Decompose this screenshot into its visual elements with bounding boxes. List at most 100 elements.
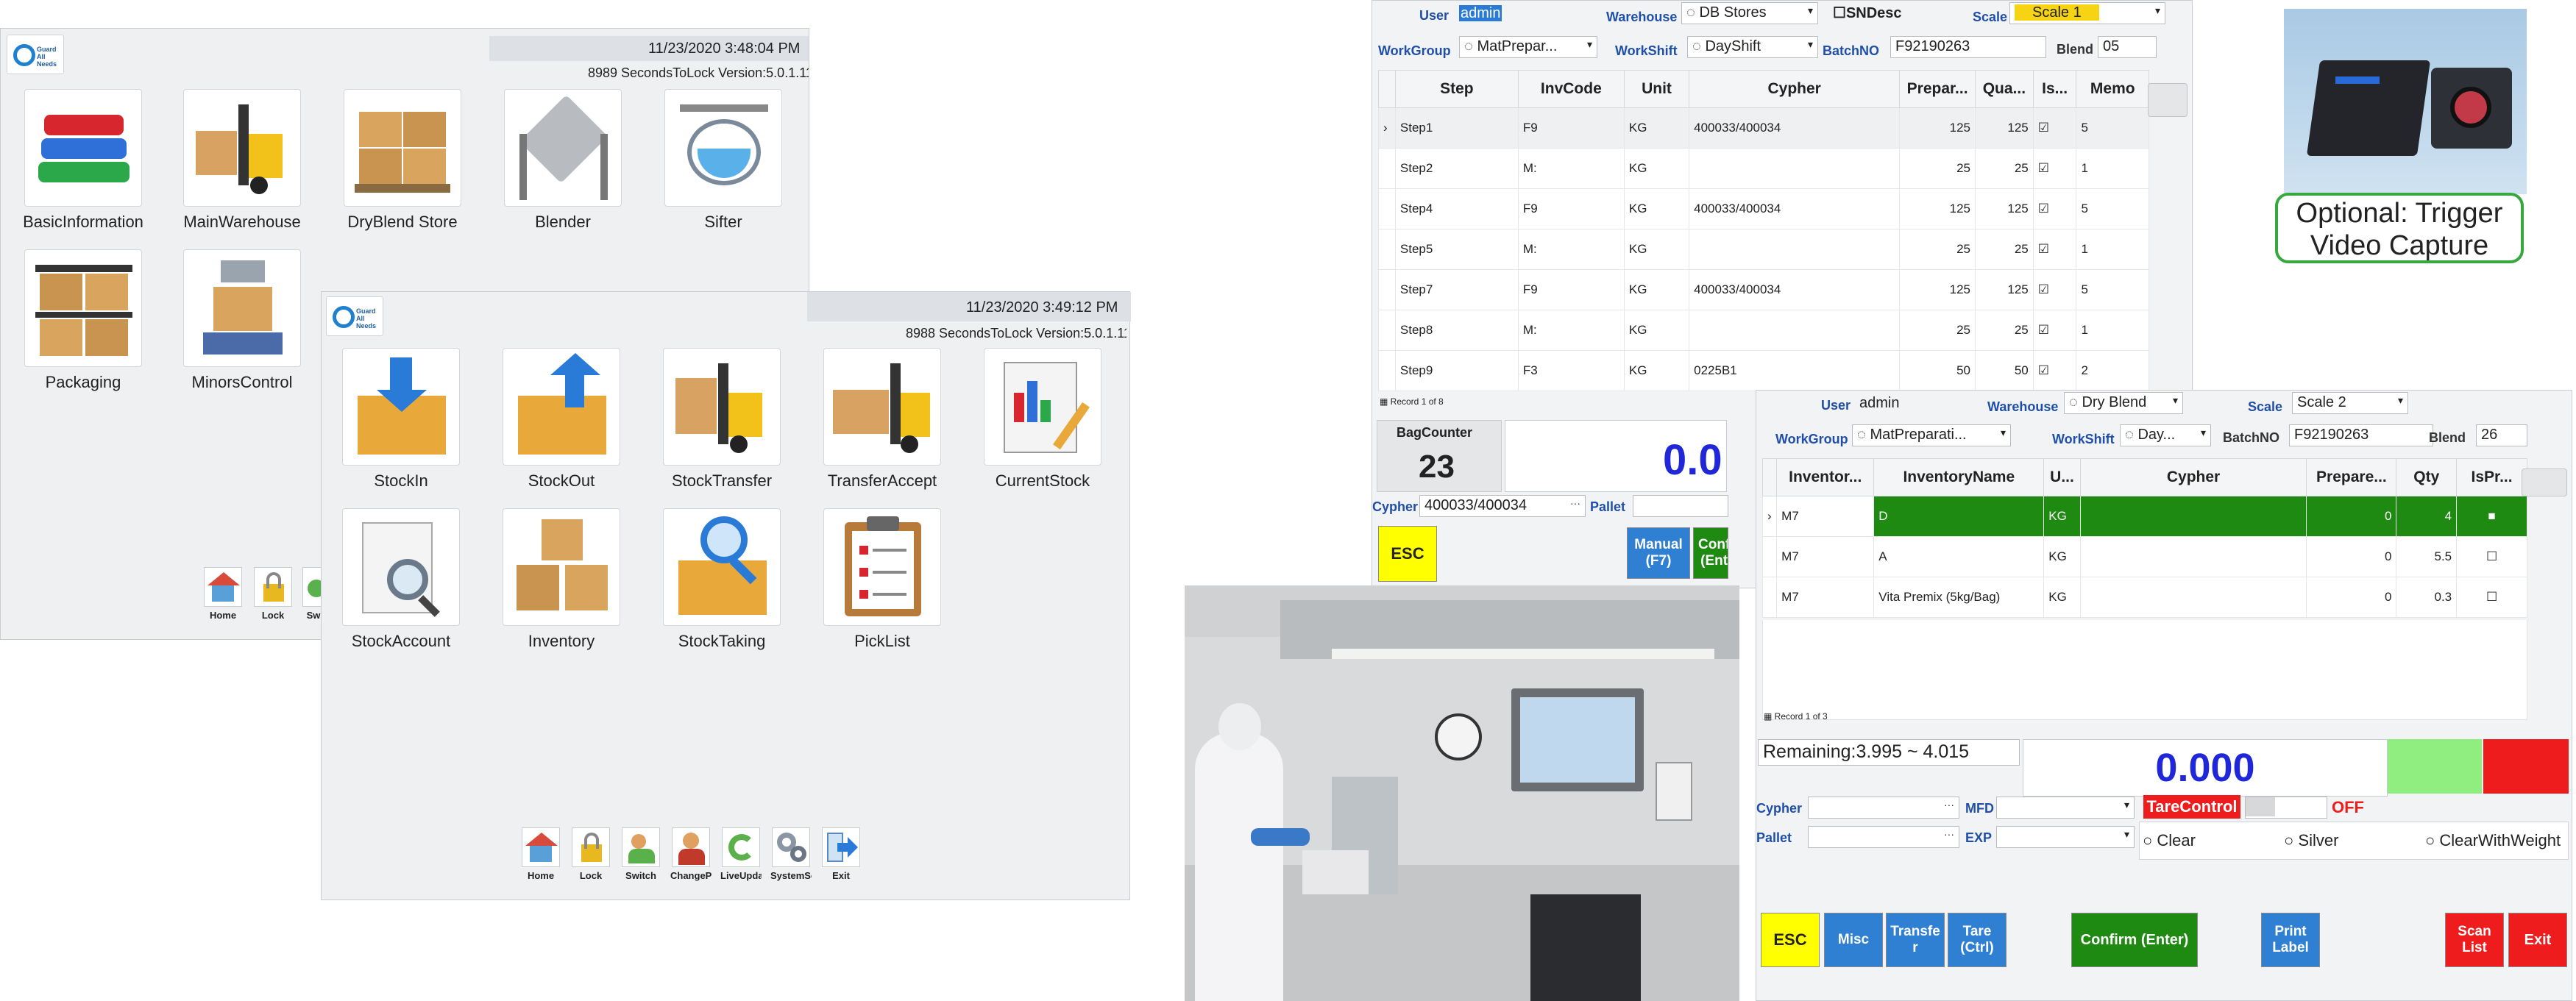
radio-silver[interactable]: ○ Silver [2284, 831, 2338, 850]
column-header[interactable]: Cypher [1689, 70, 1901, 108]
tile-stock-out[interactable]: StockOut [500, 348, 623, 491]
footer-systemsettings-button[interactable]: SystemSett [770, 827, 812, 881]
column-header[interactable]: Prepar... [1899, 70, 1976, 108]
tile-packaging[interactable]: Packaging [21, 249, 145, 392]
tile-current-stock[interactable]: CurrentStock [981, 348, 1104, 491]
column-header[interactable]: Qua... [1974, 70, 2034, 108]
scroll-button-2[interactable] [2522, 469, 2567, 496]
exit-arrow-icon [822, 827, 860, 867]
footer-liveupdate-button[interactable]: LiveUpdate [720, 827, 762, 881]
table-row[interactable]: Step2 M: KG 25 25 ☑ 1 [1378, 148, 2149, 189]
sndesc-checkbox[interactable]: ☐SNDesc [1833, 4, 1902, 22]
confirm-button-1[interactable]: Conf (Ent [1693, 527, 1728, 579]
column-header[interactable]: Cypher [2079, 458, 2307, 496]
footer-changepw-button[interactable]: ChangePW [670, 827, 712, 881]
radio-clear[interactable]: ○ Clear [2143, 831, 2196, 850]
esc-button-2[interactable]: ESC [1761, 913, 1820, 967]
tile-minors-control[interactable]: MinorsControl [180, 249, 304, 392]
footer-home-button-2[interactable]: Home [520, 827, 561, 881]
esc-button[interactable]: ESC [1378, 526, 1437, 582]
table-row[interactable]: Step5 M: KG 25 25 ☑ 1 [1378, 229, 2149, 270]
scroll-button[interactable] [2148, 83, 2188, 117]
scale-select-2[interactable]: Scale 2 ▾ [2292, 392, 2408, 414]
warehouse-select[interactable]: ◌ DB Stores ▾ [1681, 2, 1818, 24]
footer-lock-button[interactable]: Lock [252, 567, 294, 621]
tile-transfer-accept[interactable]: TransferAccept [820, 348, 944, 491]
bagcounter-panel: BagCounter 23 [1377, 420, 1502, 492]
table-row[interactable]: Step7 F9 KG 400033/400034 125 125 ☑ 5 [1378, 269, 2149, 310]
tile-blender[interactable]: Blender [501, 89, 625, 232]
tile-inventory[interactable]: Inventory [500, 508, 623, 651]
workgroup-select[interactable]: ◌ MatPrepar... ▾ [1459, 36, 1597, 58]
tare-button[interactable]: Tare (Ctrl) [1948, 913, 2006, 967]
record-navigator[interactable]: ▦ Record 1 of 8 [1380, 396, 1444, 407]
table-row[interactable]: M7 A KG 0 5.5 ☐ [1761, 536, 2527, 577]
table-row-selected[interactable]: › M7 D KG 0 4 ■ [1761, 496, 2527, 537]
tile-stock-in[interactable]: StockIn [339, 348, 463, 491]
table-row[interactable]: M7 Vita Premix (5kg/Bag) KG 0 0.3 ☐ [1761, 577, 2527, 618]
scan-list-button[interactable]: Scan List [2445, 913, 2504, 967]
column-header[interactable]: Memo [2076, 70, 2149, 108]
table-row[interactable]: Step9 F3 KG 0225B1 50 50 ☑ 2 [1378, 350, 2149, 391]
batchno-field[interactable]: F92190263 [1890, 36, 2046, 58]
pallet-field[interactable] [1633, 495, 1728, 517]
footer-home-button[interactable]: Home [202, 567, 244, 621]
batchno-field-2[interactable]: F92190263 [2289, 424, 2433, 446]
column-header[interactable]: InvCode [1517, 70, 1625, 108]
cypher-field-2[interactable]: ··· [1808, 797, 1959, 819]
column-header[interactable]: IsPr... [2456, 458, 2527, 496]
boxes-icon [344, 89, 461, 207]
bagcounter-value: 23 [1419, 449, 1455, 485]
mfd-select[interactable]: ▾ [1996, 797, 2135, 819]
footer-lock-button-2[interactable]: Lock [570, 827, 611, 881]
lock-status-2: 8988 SecondsToLock Version:5.0.1.11 [906, 326, 1126, 341]
tile-stock-transfer[interactable]: StockTransfer [660, 348, 784, 491]
table-row[interactable]: › Step1 F9 KG 400033/400034 125 125 ☑ 5 [1378, 107, 2149, 149]
tile-pick-list[interactable]: PickList [820, 508, 944, 651]
technician-figure [1195, 733, 1283, 1001]
manual-button[interactable]: Manual (F7) [1627, 527, 1690, 579]
confirm-button-2[interactable]: Confirm (Enter) [2071, 913, 2198, 967]
tile-dryblend-store[interactable]: DryBlend Store [341, 89, 464, 232]
footer-exit-button[interactable]: Exit [820, 827, 862, 881]
column-header[interactable]: U... [2043, 458, 2081, 496]
misc-button[interactable]: Misc [1824, 913, 1883, 967]
tile-stock-account[interactable]: StockAccount [339, 508, 463, 651]
column-header[interactable]: Qty [2396, 458, 2458, 496]
exit-button[interactable]: Exit [2508, 913, 2567, 967]
warehouse-select-2[interactable]: ◌ Dry Blend ▾ [2064, 392, 2183, 414]
footer-switch-button-2[interactable]: Switch [620, 827, 661, 881]
print-label-button[interactable]: Print Label [2261, 913, 2320, 967]
forklift-icon [183, 89, 301, 207]
workgroup-select-2[interactable]: ◌ MatPreparati... ▾ [1852, 424, 2011, 446]
exp-select[interactable]: ▾ [1996, 826, 2135, 848]
inventory-boxes-icon [503, 508, 620, 626]
tile-basic-information[interactable]: BasicInformation [21, 89, 145, 232]
lock-status: 8989 SecondsToLock Version:5.0.1.11 [588, 65, 809, 80]
column-header[interactable]: Unit [1623, 70, 1690, 108]
column-header[interactable]: Step [1394, 70, 1519, 108]
column-header[interactable]: Is... [2032, 70, 2077, 108]
box-magnifier-icon [663, 508, 781, 626]
workshift-select[interactable]: ◌ DayShift ▾ [1687, 36, 1818, 58]
radio-clear-with-weight[interactable]: ○ ClearWithWeight [2425, 831, 2561, 850]
scale-select[interactable]: Scale 1 ▾ [2009, 2, 2165, 24]
user-field-2[interactable]: admin [1855, 393, 1943, 416]
cypher-field[interactable]: 400033/400034 ··· [1419, 495, 1586, 517]
column-header[interactable]: InventoryName [1873, 458, 2045, 496]
tare-control-toggle[interactable] [2245, 797, 2327, 819]
column-header[interactable]: Inventor... [1776, 458, 1875, 496]
table-row[interactable]: Step8 M: KG 25 25 ☑ 1 [1378, 310, 2149, 351]
column-header[interactable]: Prepare... [2306, 458, 2397, 496]
blend-field-2[interactable]: 26 [2476, 424, 2527, 446]
tile-sifter[interactable]: Sifter [661, 89, 785, 232]
blend-field[interactable]: 05 [2098, 36, 2157, 58]
record-navigator-2[interactable]: ▦ Record 1 of 3 [1764, 711, 1828, 722]
pallet-field-2[interactable]: ··· [1808, 826, 1959, 848]
user-field[interactable]: admin [1455, 4, 1550, 26]
table-row[interactable]: Step4 F9 KG 400033/400034 125 125 ☑ 5 [1378, 188, 2149, 229]
tile-stock-taking[interactable]: StockTaking [660, 508, 784, 651]
transfer-button[interactable]: Transfe r [1886, 913, 1945, 967]
tile-main-warehouse[interactable]: MainWarehouse [180, 89, 304, 232]
workshift-select-2[interactable]: ◌ Day... ▾ [2120, 424, 2211, 446]
